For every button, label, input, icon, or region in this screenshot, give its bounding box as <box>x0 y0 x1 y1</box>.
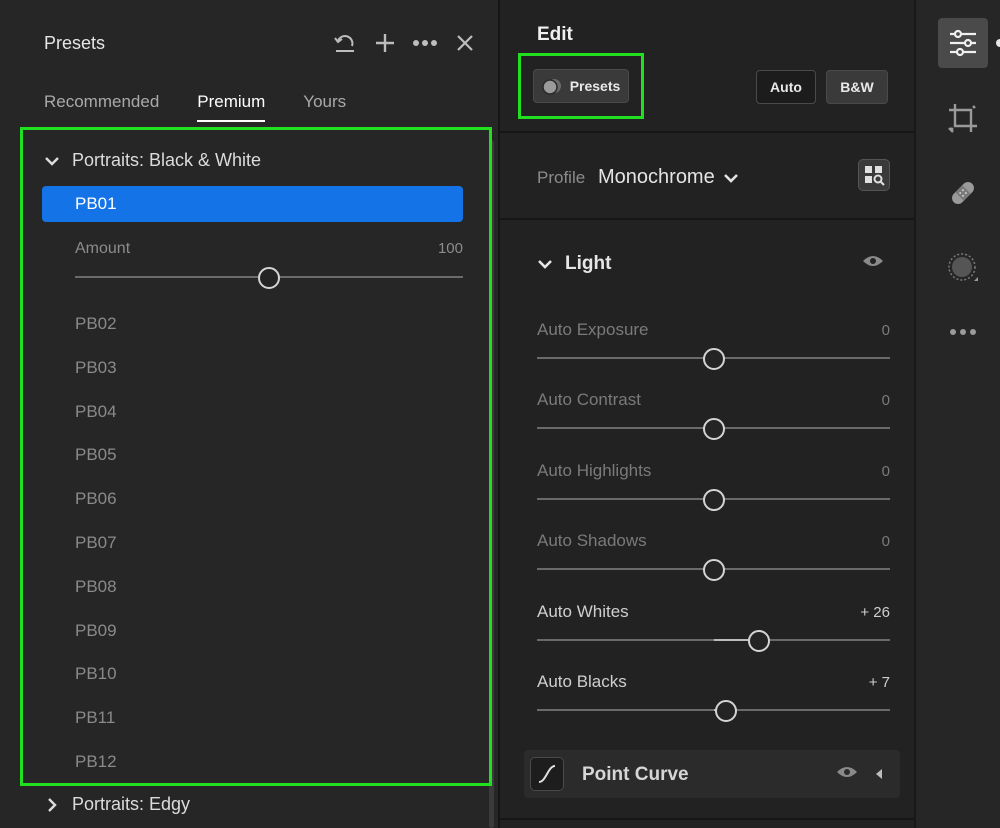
edit-panel-title: Edit <box>537 24 573 45</box>
adjustment-value: 0 <box>881 462 890 480</box>
adjustment-slider[interactable] <box>537 488 890 511</box>
preset-item-selected[interactable]: PB01 <box>42 186 463 222</box>
adjustment-value: 0 <box>881 533 890 551</box>
preset-list: PB02 PB03 PB04 PB05 PB06 PB07 PB08 PB09 PB10 PB11… <box>75 314 117 796</box>
adjustment-value: + 26 <box>860 603 890 621</box>
adjustment-label: Auto Whites <box>537 601 629 621</box>
preset-item[interactable]: PB05 <box>75 445 117 489</box>
preset-item[interactable]: PB03 <box>75 358 117 402</box>
eye-icon[interactable] <box>836 765 858 784</box>
slider-thumb[interactable] <box>702 488 725 511</box>
healing-bandage-icon[interactable] <box>938 168 988 218</box>
amount-value: 100 <box>437 240 463 257</box>
slider-thumb[interactable] <box>702 348 725 370</box>
preset-item[interactable]: PB08 <box>75 577 117 621</box>
more-icon[interactable] <box>938 307 988 357</box>
adjustment-value: 0 <box>881 392 890 410</box>
caret-left-icon[interactable] <box>874 767 884 785</box>
light-section-label: Light <box>565 253 612 274</box>
light-section-header[interactable]: Light <box>537 253 611 275</box>
preset-item[interactable]: PB07 <box>75 533 117 577</box>
preset-group-portraits-edgy[interactable]: Portraits: Edgy <box>44 794 190 815</box>
adjustment-label: Auto Shadows <box>537 531 647 551</box>
adjustment-value: + 7 <box>868 674 890 691</box>
masking-icon[interactable] <box>938 243 988 293</box>
undo-icon[interactable] <box>332 30 358 56</box>
bw-button[interactable]: B&W <box>826 70 888 104</box>
preset-item[interactable]: PB06 <box>75 489 117 533</box>
eye-icon[interactable] <box>862 254 884 273</box>
slider-thumb[interactable] <box>748 629 771 652</box>
point-curve-label: Point Curve <box>582 764 689 785</box>
profile-dropdown[interactable]: Monochrome <box>598 166 739 189</box>
divider <box>500 818 914 820</box>
auto-button[interactable]: Auto <box>756 70 816 104</box>
chevron-down-icon <box>45 156 59 166</box>
edit-panel: Edit Presets Auto B&W Profile Monochrome… <box>498 0 914 828</box>
preset-group-label: Portraits: Black & White <box>72 150 262 170</box>
tool-rail <box>914 0 1000 828</box>
adjustment-slider[interactable] <box>537 418 890 441</box>
presets-icon <box>541 79 561 95</box>
profile-browser-button[interactable] <box>858 159 890 191</box>
preset-item[interactable]: PB04 <box>75 402 117 446</box>
slider-thumb[interactable] <box>702 559 725 582</box>
slider-thumb[interactable] <box>714 700 737 722</box>
plus-icon[interactable] <box>372 30 398 56</box>
preset-group-label: Portraits: Edgy <box>72 794 191 814</box>
profile-label: Profile <box>537 168 586 187</box>
amount-label: Amount <box>75 240 131 257</box>
adjustment-slider[interactable] <box>537 559 890 582</box>
preset-item[interactable]: PB10 <box>75 664 117 708</box>
preset-item[interactable]: PB11 <box>75 708 117 752</box>
presets-panel-title: Presets <box>44 33 106 53</box>
grid-search-icon <box>865 166 885 186</box>
chevron-down-icon <box>538 260 552 269</box>
preset-item[interactable]: PB02 <box>75 314 117 358</box>
adjustment-label: Auto Highlights <box>537 460 652 480</box>
adjustment-slider[interactable] <box>537 700 890 722</box>
adjustment-label: Auto Blacks <box>537 672 627 691</box>
chevron-down-icon <box>723 173 738 183</box>
preset-item[interactable]: PB12 <box>75 752 117 796</box>
slider-thumb[interactable] <box>258 267 280 289</box>
tab-yours[interactable]: Yours <box>303 92 346 122</box>
slider-thumb[interactable] <box>702 418 725 441</box>
tab-premium[interactable]: Premium <box>197 92 266 122</box>
presets-button-label: Presets <box>569 78 621 94</box>
adjustment-value: 0 <box>881 322 890 339</box>
tab-recommended[interactable]: Recommended <box>44 92 159 122</box>
crop-icon[interactable] <box>938 93 988 143</box>
preset-group-portraits-bw[interactable]: Portraits: Black & White <box>44 150 261 171</box>
adjustment-slider[interactable] <box>537 348 890 370</box>
edit-sliders-icon[interactable] <box>938 18 988 68</box>
presets-button[interactable]: Presets <box>533 69 629 103</box>
divider <box>500 131 914 133</box>
profile-value: Monochrome <box>598 166 715 188</box>
preset-tabs: Recommended Premium Yours <box>44 92 346 122</box>
preset-item[interactable]: PB09 <box>75 621 117 665</box>
adjustment-label: Auto Contrast <box>537 390 641 410</box>
adjustment-label: Auto Exposure <box>537 320 649 339</box>
divider <box>500 218 914 220</box>
point-curve-section[interactable]: Point Curve <box>524 750 900 798</box>
active-tool-indicator <box>996 39 1000 47</box>
adjustment-slider[interactable] <box>537 629 890 652</box>
chevron-right-icon <box>48 797 57 812</box>
presets-scrollbar[interactable] <box>489 140 494 828</box>
presets-panel-actions <box>332 30 478 56</box>
close-icon[interactable] <box>452 30 478 56</box>
presets-panel: Presets Recommended Premium Yours Portra… <box>0 0 498 828</box>
amount-slider[interactable] <box>75 267 463 289</box>
more-icon[interactable] <box>412 30 438 56</box>
curve-icon <box>530 757 564 791</box>
